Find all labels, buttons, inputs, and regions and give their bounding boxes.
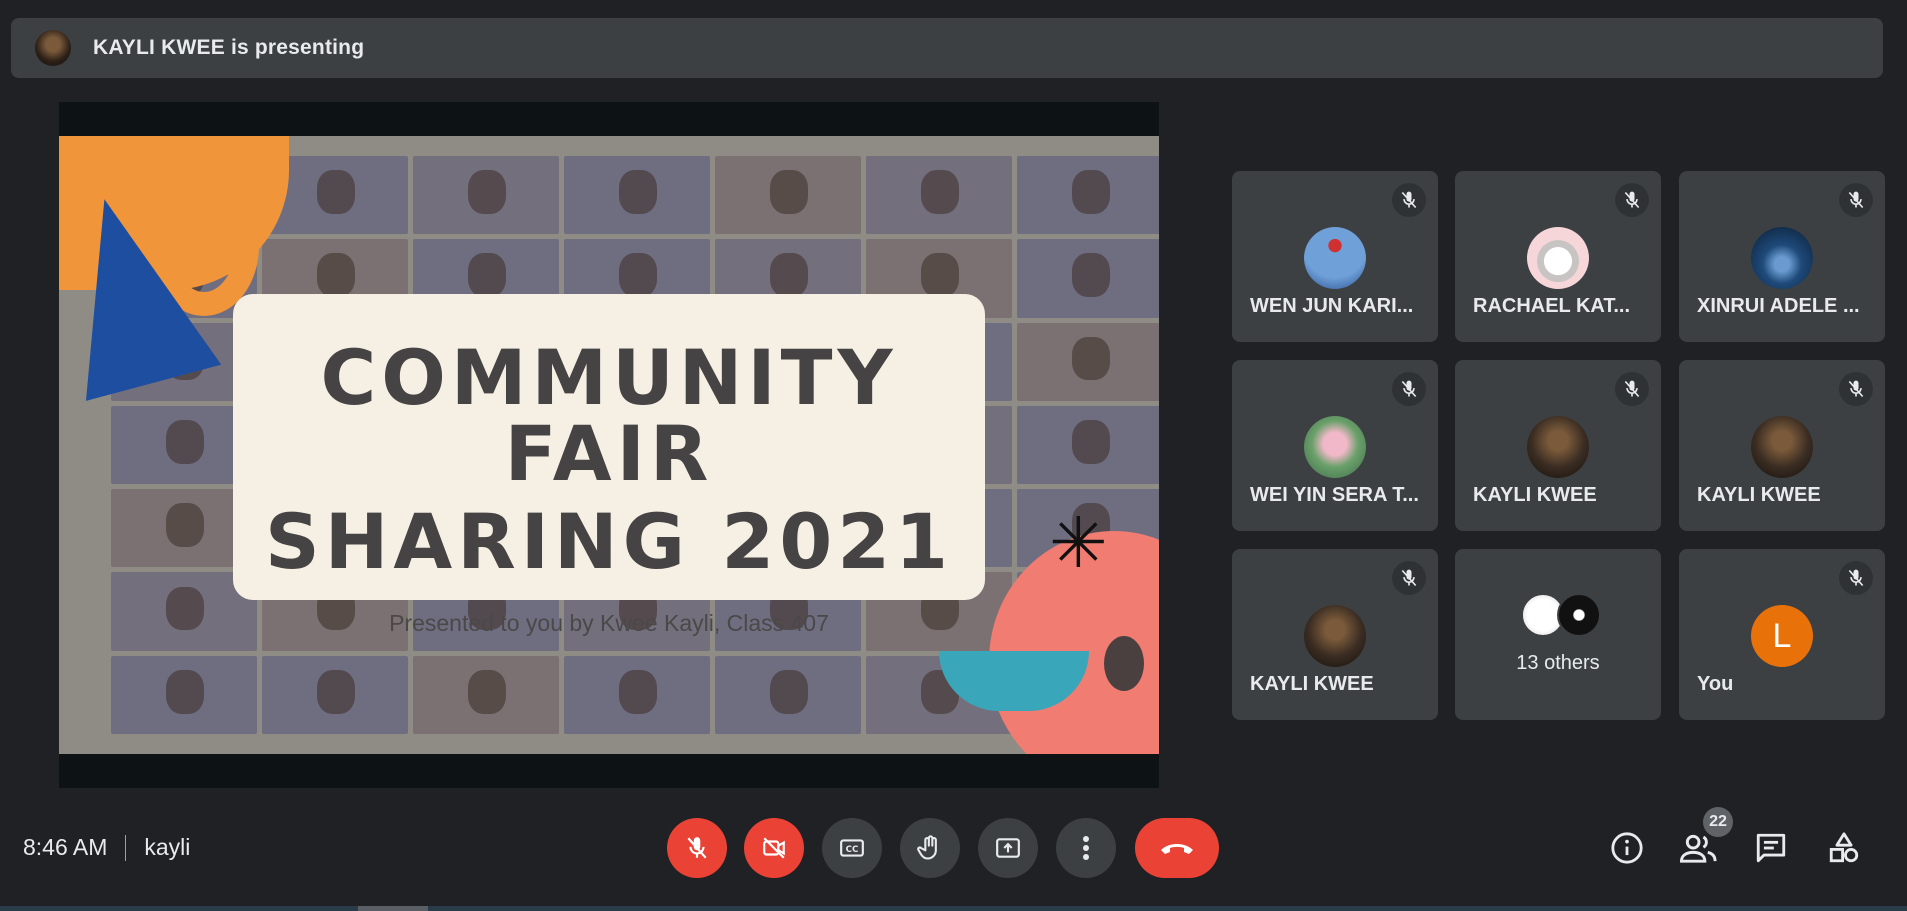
participant-name: KAYLI KWEE <box>1697 484 1821 506</box>
presenter-avatar <box>35 30 71 66</box>
info-icon <box>1611 832 1643 864</box>
chat-icon <box>1756 833 1786 863</box>
meeting-details-button[interactable] <box>1605 826 1649 870</box>
slide-photo-cell <box>564 156 710 235</box>
mic-off-icon <box>1392 561 1426 595</box>
presenting-banner: KAYLI KWEE is presenting <box>11 18 1883 78</box>
presenting-label: KAYLI KWEE is presenting <box>93 36 365 59</box>
meeting-details: 8:46 AM kayli <box>23 834 190 861</box>
participant-tile[interactable]: KAYLI KWEE <box>1455 360 1661 531</box>
slide-photo-cell <box>111 655 257 734</box>
slide-title-card: COMMUNITY FAIR SHARING 2021 Presented to… <box>233 294 985 636</box>
slide-photo-cell <box>413 156 559 235</box>
slide-photo-cell <box>866 156 1012 235</box>
mic-off-icon <box>1392 372 1426 406</box>
present-screen-icon <box>996 838 1020 858</box>
taskbar-edge <box>0 906 1907 911</box>
participant-name: WEN JUN KARI... <box>1250 295 1414 317</box>
slide-photo-cell <box>1017 405 1159 485</box>
mic-off-icon <box>1615 183 1649 217</box>
present-now-button[interactable] <box>978 818 1038 878</box>
participant-tile[interactable]: XINRUI ADELE ... <box>1679 171 1885 342</box>
participant-tile[interactable]: KAYLI KWEE <box>1679 360 1885 531</box>
divider <box>125 834 127 861</box>
mic-off-icon <box>1392 183 1426 217</box>
slide-photo-cell <box>564 655 710 734</box>
chat-button[interactable] <box>1749 826 1793 870</box>
participant-avatar <box>1527 416 1589 478</box>
slide-photo-cell <box>1017 322 1159 401</box>
participant-avatar <box>1304 227 1366 289</box>
captions-icon: CC <box>840 839 864 857</box>
participant-name: KAYLI KWEE <box>1250 673 1374 695</box>
slide-photo-cell <box>715 655 861 734</box>
others-avatars <box>1521 593 1605 637</box>
self-name: You <box>1697 673 1734 695</box>
presentation-stage[interactable]: ✳ COMMUNITY FAIR SHARING 2021 Presented … <box>59 102 1159 788</box>
participant-avatar <box>1751 416 1813 478</box>
participant-avatar <box>1751 227 1813 289</box>
slide-decoration-dark <box>1104 636 1144 691</box>
mic-off-icon <box>1615 372 1649 406</box>
mic-off-icon <box>1839 372 1873 406</box>
taskbar-segment <box>358 906 428 911</box>
self-avatar: L <box>1751 605 1813 667</box>
mic-off-icon <box>1839 183 1873 217</box>
participant-name: RACHAEL KAT... <box>1473 295 1631 317</box>
control-bar: 8:46 AM kayli CC 22 <box>0 800 1907 896</box>
activities-button[interactable] <box>1822 826 1866 870</box>
participant-tile[interactable]: WEI YIN SERA T... <box>1232 360 1438 531</box>
participant-count-badge: 22 <box>1703 807 1733 837</box>
captions-button[interactable]: CC <box>822 818 882 878</box>
sparkle-icon: ✳ <box>1049 504 1108 582</box>
slide-title-line2: SHARING 2021 <box>265 497 953 586</box>
slide-title-line1: COMMUNITY FAIR <box>320 333 898 498</box>
shared-slide: ✳ COMMUNITY FAIR SHARING 2021 Presented … <box>59 136 1159 754</box>
mic-off-icon <box>687 837 707 859</box>
others-count-label: 13 others <box>1516 652 1600 674</box>
slide-photo-cell <box>262 655 408 734</box>
participant-tile[interactable]: WEN JUN KARI... <box>1232 171 1438 342</box>
slide-photo-cell <box>715 156 861 235</box>
participant-avatar <box>1304 605 1366 667</box>
camera-off-icon <box>763 837 785 859</box>
avatar <box>1557 593 1601 637</box>
mic-toggle-button[interactable] <box>667 818 727 878</box>
self-tile[interactable]: L You <box>1679 549 1885 720</box>
current-time: 8:46 AM <box>23 834 108 860</box>
participant-avatar <box>1304 416 1366 478</box>
mic-off-icon <box>1839 561 1873 595</box>
activities-icon <box>1829 832 1859 863</box>
meeting-name: kayli <box>144 834 191 860</box>
slide-photo-cell <box>413 655 559 734</box>
slide-photo-cell <box>1017 239 1159 318</box>
slide-photo-cell <box>1017 156 1159 235</box>
participant-name: WEI YIN SERA T... <box>1250 484 1419 506</box>
slide-subtitle: Presented to you by Kwee Kayli, Class 40… <box>389 610 829 636</box>
raise-hand-button[interactable] <box>900 818 960 878</box>
participant-tile[interactable]: RACHAEL KAT... <box>1455 171 1661 342</box>
participant-name: XINRUI ADELE ... <box>1697 295 1860 317</box>
more-options-button[interactable] <box>1056 818 1116 878</box>
svg-text:CC: CC <box>846 845 859 855</box>
camera-toggle-button[interactable] <box>744 818 804 878</box>
raise-hand-icon <box>917 835 937 860</box>
more-options-icon <box>1083 836 1089 860</box>
others-tile[interactable]: 13 others <box>1455 549 1661 720</box>
participant-name: KAYLI KWEE <box>1473 484 1597 506</box>
leave-call-button[interactable] <box>1135 818 1219 878</box>
participant-tile[interactable]: KAYLI KWEE <box>1232 549 1438 720</box>
participant-avatar <box>1527 227 1589 289</box>
hang-up-icon <box>1161 844 1193 854</box>
